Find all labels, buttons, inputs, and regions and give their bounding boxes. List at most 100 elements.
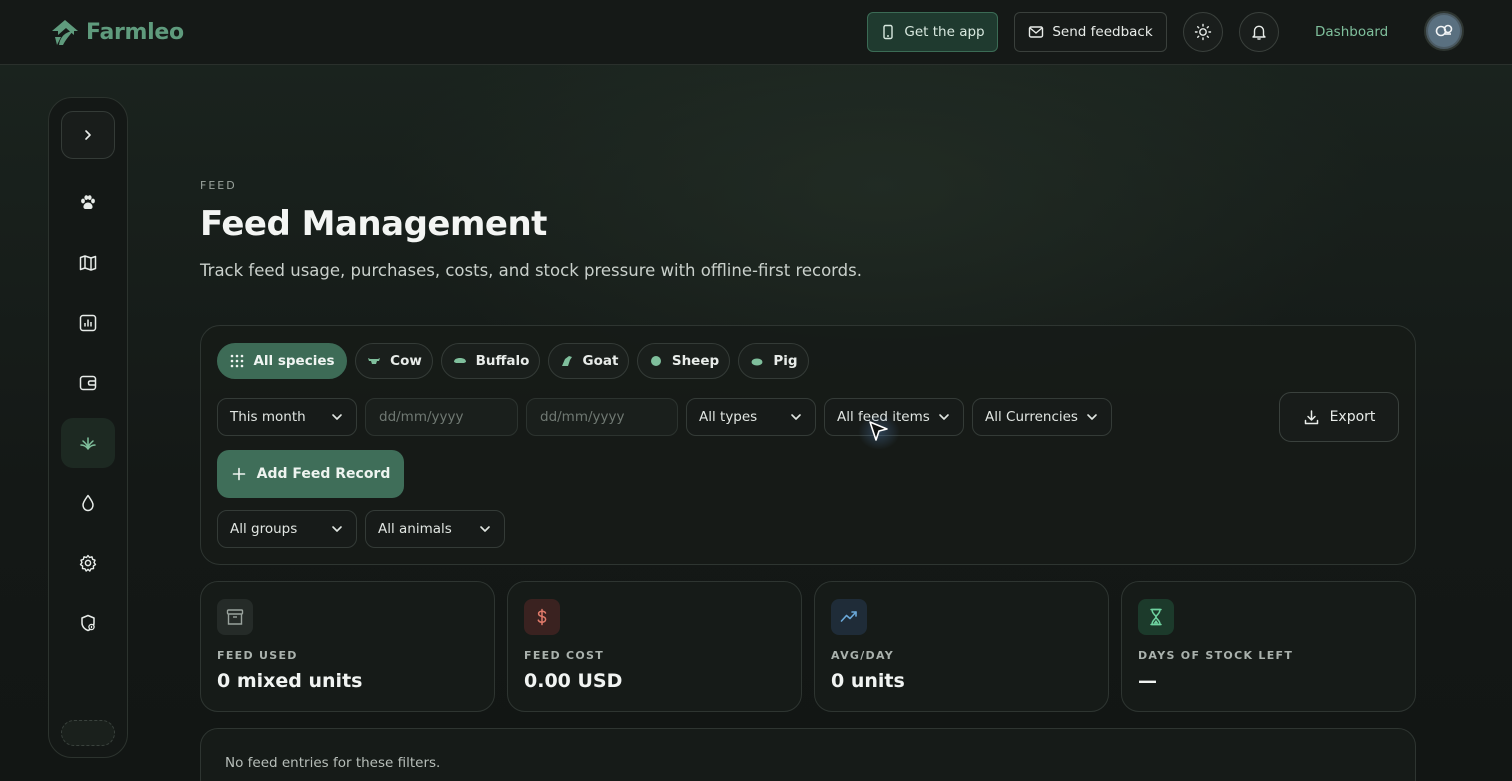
download-icon: [1304, 409, 1318, 424]
stat-card-days-of-stock: DAYS OF STOCK LEFT —: [1121, 581, 1416, 712]
animals-select[interactable]: All animals: [365, 510, 505, 548]
bell-icon: [1252, 25, 1266, 40]
plus-icon: [232, 467, 245, 481]
get-app-button[interactable]: Get the app: [867, 12, 998, 52]
page-title: Feed Management: [200, 204, 547, 244]
species-chip-label: Goat: [582, 353, 619, 369]
stat-icon-box: [1138, 599, 1174, 635]
stat-card-feed-used: FEED USED 0 mixed units: [200, 581, 495, 712]
wallet-icon: [79, 375, 97, 391]
sidebar-item-feed[interactable]: [61, 418, 115, 468]
sidebar-expand-button[interactable]: [61, 111, 115, 159]
add-feed-record-label: Add Feed Record: [256, 466, 391, 482]
sidebar-item-animals[interactable]: [61, 178, 115, 228]
stat-icon-box: [524, 599, 560, 635]
stat-value: 0.00 USD: [524, 670, 623, 692]
hourglass-icon: [1150, 608, 1162, 626]
sprout-icon: [80, 437, 96, 450]
date-from-placeholder: dd/mm/yyyy: [379, 409, 464, 425]
sidebar-item-security[interactable]: [61, 598, 115, 648]
species-chip-all[interactable]: All species: [217, 343, 347, 379]
map-icon: [79, 255, 97, 271]
export-label: Export: [1329, 409, 1376, 425]
mail-icon: [1029, 26, 1044, 38]
sidebar-item-map[interactable]: [61, 238, 115, 288]
date-from-input[interactable]: dd/mm/yyyy: [365, 398, 518, 436]
send-feedback-label: Send feedback: [1052, 24, 1153, 40]
species-chip-cow[interactable]: Cow: [355, 343, 433, 379]
stat-card-avg-day: AVG/DAY 0 units: [814, 581, 1109, 712]
user-avatar[interactable]: [1424, 11, 1464, 51]
period-select[interactable]: This month: [217, 398, 357, 436]
chevron-down-icon: [939, 414, 949, 420]
phone-icon: [883, 24, 894, 40]
page-eyebrow: FEED: [200, 179, 237, 192]
chevron-down-icon: [480, 526, 490, 532]
sidebar-item-water[interactable]: [61, 478, 115, 528]
grid-dots-icon: [231, 354, 244, 368]
species-chip-label: Sheep: [671, 353, 720, 369]
stat-label: AVG/DAY: [831, 649, 894, 662]
sidebar: [48, 97, 128, 758]
species-chip-goat[interactable]: Goat: [548, 343, 629, 379]
bar-chart-icon: [79, 314, 97, 332]
brand-name: Farmleo: [86, 19, 184, 45]
archive-icon: [226, 609, 244, 625]
date-to-input[interactable]: dd/mm/yyyy: [526, 398, 678, 436]
stat-label: FEED USED: [217, 649, 298, 662]
page-subtitle: Track feed usage, purchases, costs, and …: [200, 261, 862, 280]
stat-value: 0 units: [831, 670, 905, 692]
stat-value: —: [1138, 670, 1157, 692]
dashboard-link[interactable]: Dashboard: [1315, 24, 1388, 40]
species-chip-buffalo[interactable]: Buffalo: [441, 343, 540, 379]
groups-select-value: All groups: [230, 521, 298, 537]
species-chip-sheep[interactable]: Sheep: [637, 343, 730, 379]
brand-logo[interactable]: Farmleo: [48, 15, 184, 49]
avatar-image: [1428, 15, 1460, 47]
species-chip-label: Cow: [390, 353, 422, 369]
period-select-value: This month: [230, 409, 306, 425]
animals-select-value: All animals: [378, 521, 452, 537]
currencies-select-value: All Currencies: [985, 409, 1078, 425]
types-select-value: All types: [699, 409, 758, 425]
top-bar: Farmleo Get the app Send feedback Dashbo…: [0, 0, 1512, 65]
chevron-down-icon: [1087, 414, 1097, 420]
paw-icon: [81, 195, 95, 210]
farmleo-logo-icon: [52, 20, 78, 45]
date-to-placeholder: dd/mm/yyyy: [540, 409, 625, 425]
get-app-label: Get the app: [904, 24, 985, 40]
currencies-select[interactable]: All Currencies: [972, 398, 1112, 436]
sidebar-placeholder: [61, 720, 115, 746]
mouse-cursor-icon: [869, 421, 888, 441]
add-feed-record-button[interactable]: Add Feed Record: [217, 450, 404, 498]
goat-icon: [561, 356, 572, 366]
send-feedback-button[interactable]: Send feedback: [1014, 12, 1167, 52]
stat-value: 0 mixed units: [217, 670, 363, 692]
sheep-icon: [650, 356, 661, 366]
avatar-glyph-icon: [1435, 24, 1453, 37]
stat-label: DAYS OF STOCK LEFT: [1138, 649, 1294, 662]
sidebar-item-settings[interactable]: [61, 538, 115, 588]
chevron-down-icon: [332, 526, 342, 532]
chevron-right-icon: [85, 130, 91, 140]
types-select[interactable]: All types: [686, 398, 816, 436]
feed-records-list: No feed entries for these filters.: [200, 728, 1416, 781]
species-chip-pig[interactable]: Pig: [738, 343, 809, 379]
groups-select[interactable]: All groups: [217, 510, 357, 548]
export-button[interactable]: Export: [1279, 392, 1399, 442]
pig-icon: [751, 358, 763, 366]
buffalo-icon: [453, 358, 466, 363]
dollar-icon: [537, 608, 547, 626]
shield-icon: [81, 614, 95, 632]
chevron-down-icon: [791, 414, 801, 420]
empty-state-message: No feed entries for these filters.: [225, 755, 441, 771]
species-chip-label: Pig: [773, 353, 798, 369]
notifications-button[interactable]: [1239, 12, 1279, 52]
theme-toggle-button[interactable]: [1183, 12, 1223, 52]
species-chip-label: Buffalo: [475, 353, 530, 369]
stat-label: FEED COST: [524, 649, 605, 662]
trend-up-icon: [840, 611, 857, 622]
stat-icon-box: [831, 599, 867, 635]
sidebar-item-wallet[interactable]: [61, 358, 115, 408]
sidebar-item-reports[interactable]: [61, 298, 115, 348]
